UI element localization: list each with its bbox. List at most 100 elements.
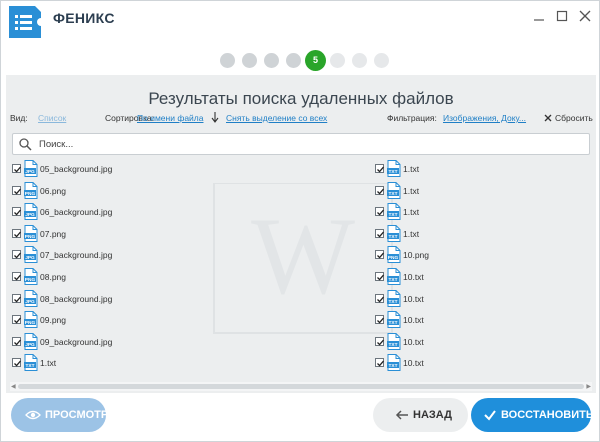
file-list-item[interactable]: TXT 1.txt	[375, 202, 575, 222]
svg-text:TXT: TXT	[388, 298, 397, 304]
png-file-icon: PNG	[24, 311, 38, 329]
file-list-item[interactable]: TXT 10.txt	[375, 267, 575, 287]
search-icon	[19, 138, 32, 156]
file-list-item[interactable]: JPG 09_background.jpg	[12, 332, 212, 352]
restore-button[interactable]: ВОССТАНОВИТЬ	[471, 398, 594, 432]
file-list-item[interactable]: TXT 1.txt	[375, 181, 575, 201]
file-checkbox[interactable]	[375, 228, 384, 238]
file-list-item[interactable]: JPG 05_background.jpg	[12, 159, 212, 179]
svg-text:TXT: TXT	[388, 212, 397, 218]
file-name: 1.txt	[403, 207, 420, 218]
search-input[interactable]: Поиск...	[12, 133, 590, 155]
file-list-item[interactable]: TXT 10.txt	[375, 353, 575, 373]
scrollbar-thumb[interactable]	[18, 384, 584, 389]
horizontal-scrollbar[interactable]: ◀ ▶	[10, 382, 592, 391]
file-checkbox[interactable]	[375, 272, 384, 281]
view-mode-link[interactable]: Список	[38, 113, 66, 123]
file-checkbox[interactable]	[375, 207, 384, 217]
svg-text:TXT: TXT	[388, 169, 397, 175]
jpg-file-icon: JPG	[24, 289, 38, 307]
file-checkbox[interactable]	[12, 272, 21, 281]
file-list-item[interactable]: TXT 1.txt	[12, 353, 212, 373]
file-checkbox[interactable]	[375, 336, 384, 346]
app-window: ФЕНИКС 5 Результаты поиска удаленных фай…	[0, 0, 600, 442]
arrow-left-icon	[395, 409, 409, 424]
file-checkbox[interactable]	[375, 293, 384, 303]
jpg-file-icon: JPG	[24, 332, 38, 350]
file-list-item[interactable]: PNG 09.png	[12, 310, 212, 330]
file-list-item[interactable]: JPG 06_background.jpg	[12, 202, 212, 222]
preview-button[interactable]: ПРОСМОТР	[11, 398, 109, 432]
txt-file-icon: TXT	[387, 181, 401, 199]
file-name: 09_background.jpg	[40, 336, 113, 347]
file-checkbox[interactable]	[12, 336, 21, 346]
file-name: 08_background.jpg	[40, 293, 113, 304]
jpg-file-icon: JPG	[24, 246, 38, 264]
file-list-item[interactable]: PNG 10.png	[375, 245, 575, 265]
file-checkbox[interactable]	[375, 185, 384, 195]
app-title: ФЕНИКС	[53, 10, 115, 26]
file-list-item[interactable]: TXT 10.txt	[375, 332, 575, 352]
back-button[interactable]: НАЗАД	[373, 398, 468, 432]
view-label: Вид:	[10, 113, 28, 123]
app-logo-icon	[5, 4, 45, 42]
file-checkbox[interactable]	[12, 358, 21, 368]
jpg-file-icon: JPG	[24, 160, 38, 177]
file-list-item[interactable]: PNG 06.png	[12, 181, 212, 201]
deselect-all-link[interactable]: Снять выделение со всех	[226, 113, 327, 123]
sort-direction-icon[interactable]	[211, 112, 219, 125]
step-dot-6	[330, 53, 345, 68]
file-list-item[interactable]: TXT 10.txt	[375, 310, 575, 330]
file-name: 1.txt	[403, 185, 420, 196]
filter-link[interactable]: Изображения, Доку...	[443, 113, 526, 123]
file-checkbox[interactable]	[12, 164, 21, 173]
file-checkbox[interactable]	[375, 164, 384, 173]
txt-file-icon: TXT	[387, 332, 401, 350]
file-list-item[interactable]: PNG 08.png	[12, 267, 212, 287]
png-file-icon: PNG	[24, 224, 38, 242]
svg-text:PNG: PNG	[25, 234, 36, 240]
file-list-item[interactable]: JPG 07_background.jpg	[12, 245, 212, 265]
file-list: JPG 05_background.jpg PNG 06.png JPG 06_backg…	[10, 159, 592, 381]
file-checkbox[interactable]	[375, 358, 384, 368]
file-checkbox[interactable]	[375, 250, 384, 260]
txt-file-icon: TXT	[24, 354, 38, 372]
file-checkbox[interactable]	[12, 293, 21, 303]
scroll-left-icon[interactable]: ◀	[11, 383, 16, 390]
file-checkbox[interactable]	[12, 228, 21, 238]
file-name: 10.txt	[403, 315, 424, 326]
file-name: 06.png	[40, 185, 66, 196]
file-checkbox[interactable]	[375, 315, 384, 325]
file-list-item[interactable]: JPG 08_background.jpg	[12, 289, 212, 309]
minimize-icon[interactable]	[531, 8, 547, 24]
file-list-item[interactable]: TXT 1.txt	[375, 159, 575, 179]
search-placeholder: Поиск...	[39, 139, 74, 150]
preview-label: ПРОСМОТР	[45, 409, 109, 421]
reset-icon[interactable]	[544, 114, 552, 124]
sort-mode-link[interactable]: По имени файла	[137, 113, 203, 123]
file-list-item[interactable]: TXT 1.txt	[375, 224, 575, 244]
close-icon[interactable]	[577, 8, 593, 24]
svg-text:PNG: PNG	[25, 320, 36, 326]
txt-file-icon: TXT	[387, 224, 401, 242]
file-list-item[interactable]: PNG 07.png	[12, 224, 212, 244]
svg-text:JPG: JPG	[25, 212, 35, 218]
maximize-icon[interactable]	[554, 8, 570, 24]
step-dot-3	[264, 53, 279, 68]
file-name: 10.txt	[403, 358, 424, 369]
reset-button[interactable]: Сбросить	[555, 113, 593, 123]
page-title: Результаты поиска удаленных файлов	[148, 89, 454, 108]
file-name: 1.txt	[403, 228, 420, 239]
file-checkbox[interactable]	[12, 185, 21, 195]
eye-icon	[25, 409, 41, 424]
svg-text:TXT: TXT	[388, 363, 397, 369]
step-dot-7	[352, 53, 367, 68]
scroll-right-icon[interactable]: ▶	[586, 383, 591, 390]
svg-text:PNG: PNG	[25, 190, 36, 196]
file-checkbox[interactable]	[12, 207, 21, 217]
file-list-item[interactable]: TXT 10.txt	[375, 289, 575, 309]
svg-text:JPG: JPG	[25, 255, 35, 261]
file-checkbox[interactable]	[12, 250, 21, 260]
file-checkbox[interactable]	[12, 315, 21, 325]
txt-file-icon: TXT	[387, 289, 401, 307]
